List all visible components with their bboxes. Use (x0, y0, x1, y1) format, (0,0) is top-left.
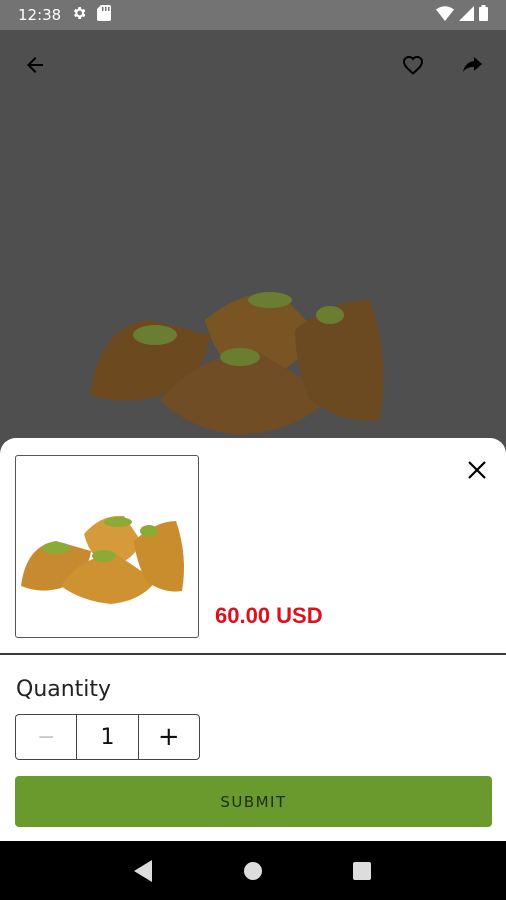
quantity-value[interactable]: 1 (77, 715, 139, 759)
close-icon[interactable] (464, 457, 490, 483)
product-thumbnail (15, 455, 199, 638)
battery-icon (479, 5, 488, 25)
sd-card-icon (97, 5, 112, 25)
quantity-stepper: − 1 + (15, 714, 200, 760)
status-time: 12:38 (18, 6, 62, 24)
wifi-icon (436, 5, 454, 25)
increase-quantity-button[interactable]: + (139, 715, 199, 759)
back-arrow-icon[interactable] (20, 50, 50, 80)
system-nav-bar (0, 841, 506, 900)
quantity-label: Quantity (16, 677, 112, 702)
product-price: 60.00 USD (215, 603, 323, 628)
share-icon[interactable] (457, 50, 487, 80)
nav-home-icon[interactable] (233, 851, 273, 891)
heart-icon[interactable] (398, 50, 428, 80)
divider (0, 653, 506, 655)
signal-icon (459, 5, 474, 25)
nav-recents-icon[interactable] (342, 851, 382, 891)
nav-back-icon[interactable] (124, 851, 164, 891)
submit-button[interactable]: SUBMIT (15, 776, 492, 827)
status-bar: 12:38 (0, 0, 506, 30)
product-bottom-sheet: 60.00 USD Quantity − 1 + SUBMIT (0, 438, 506, 841)
settings-icon (71, 5, 87, 25)
decrease-quantity-button[interactable]: − (16, 715, 78, 759)
